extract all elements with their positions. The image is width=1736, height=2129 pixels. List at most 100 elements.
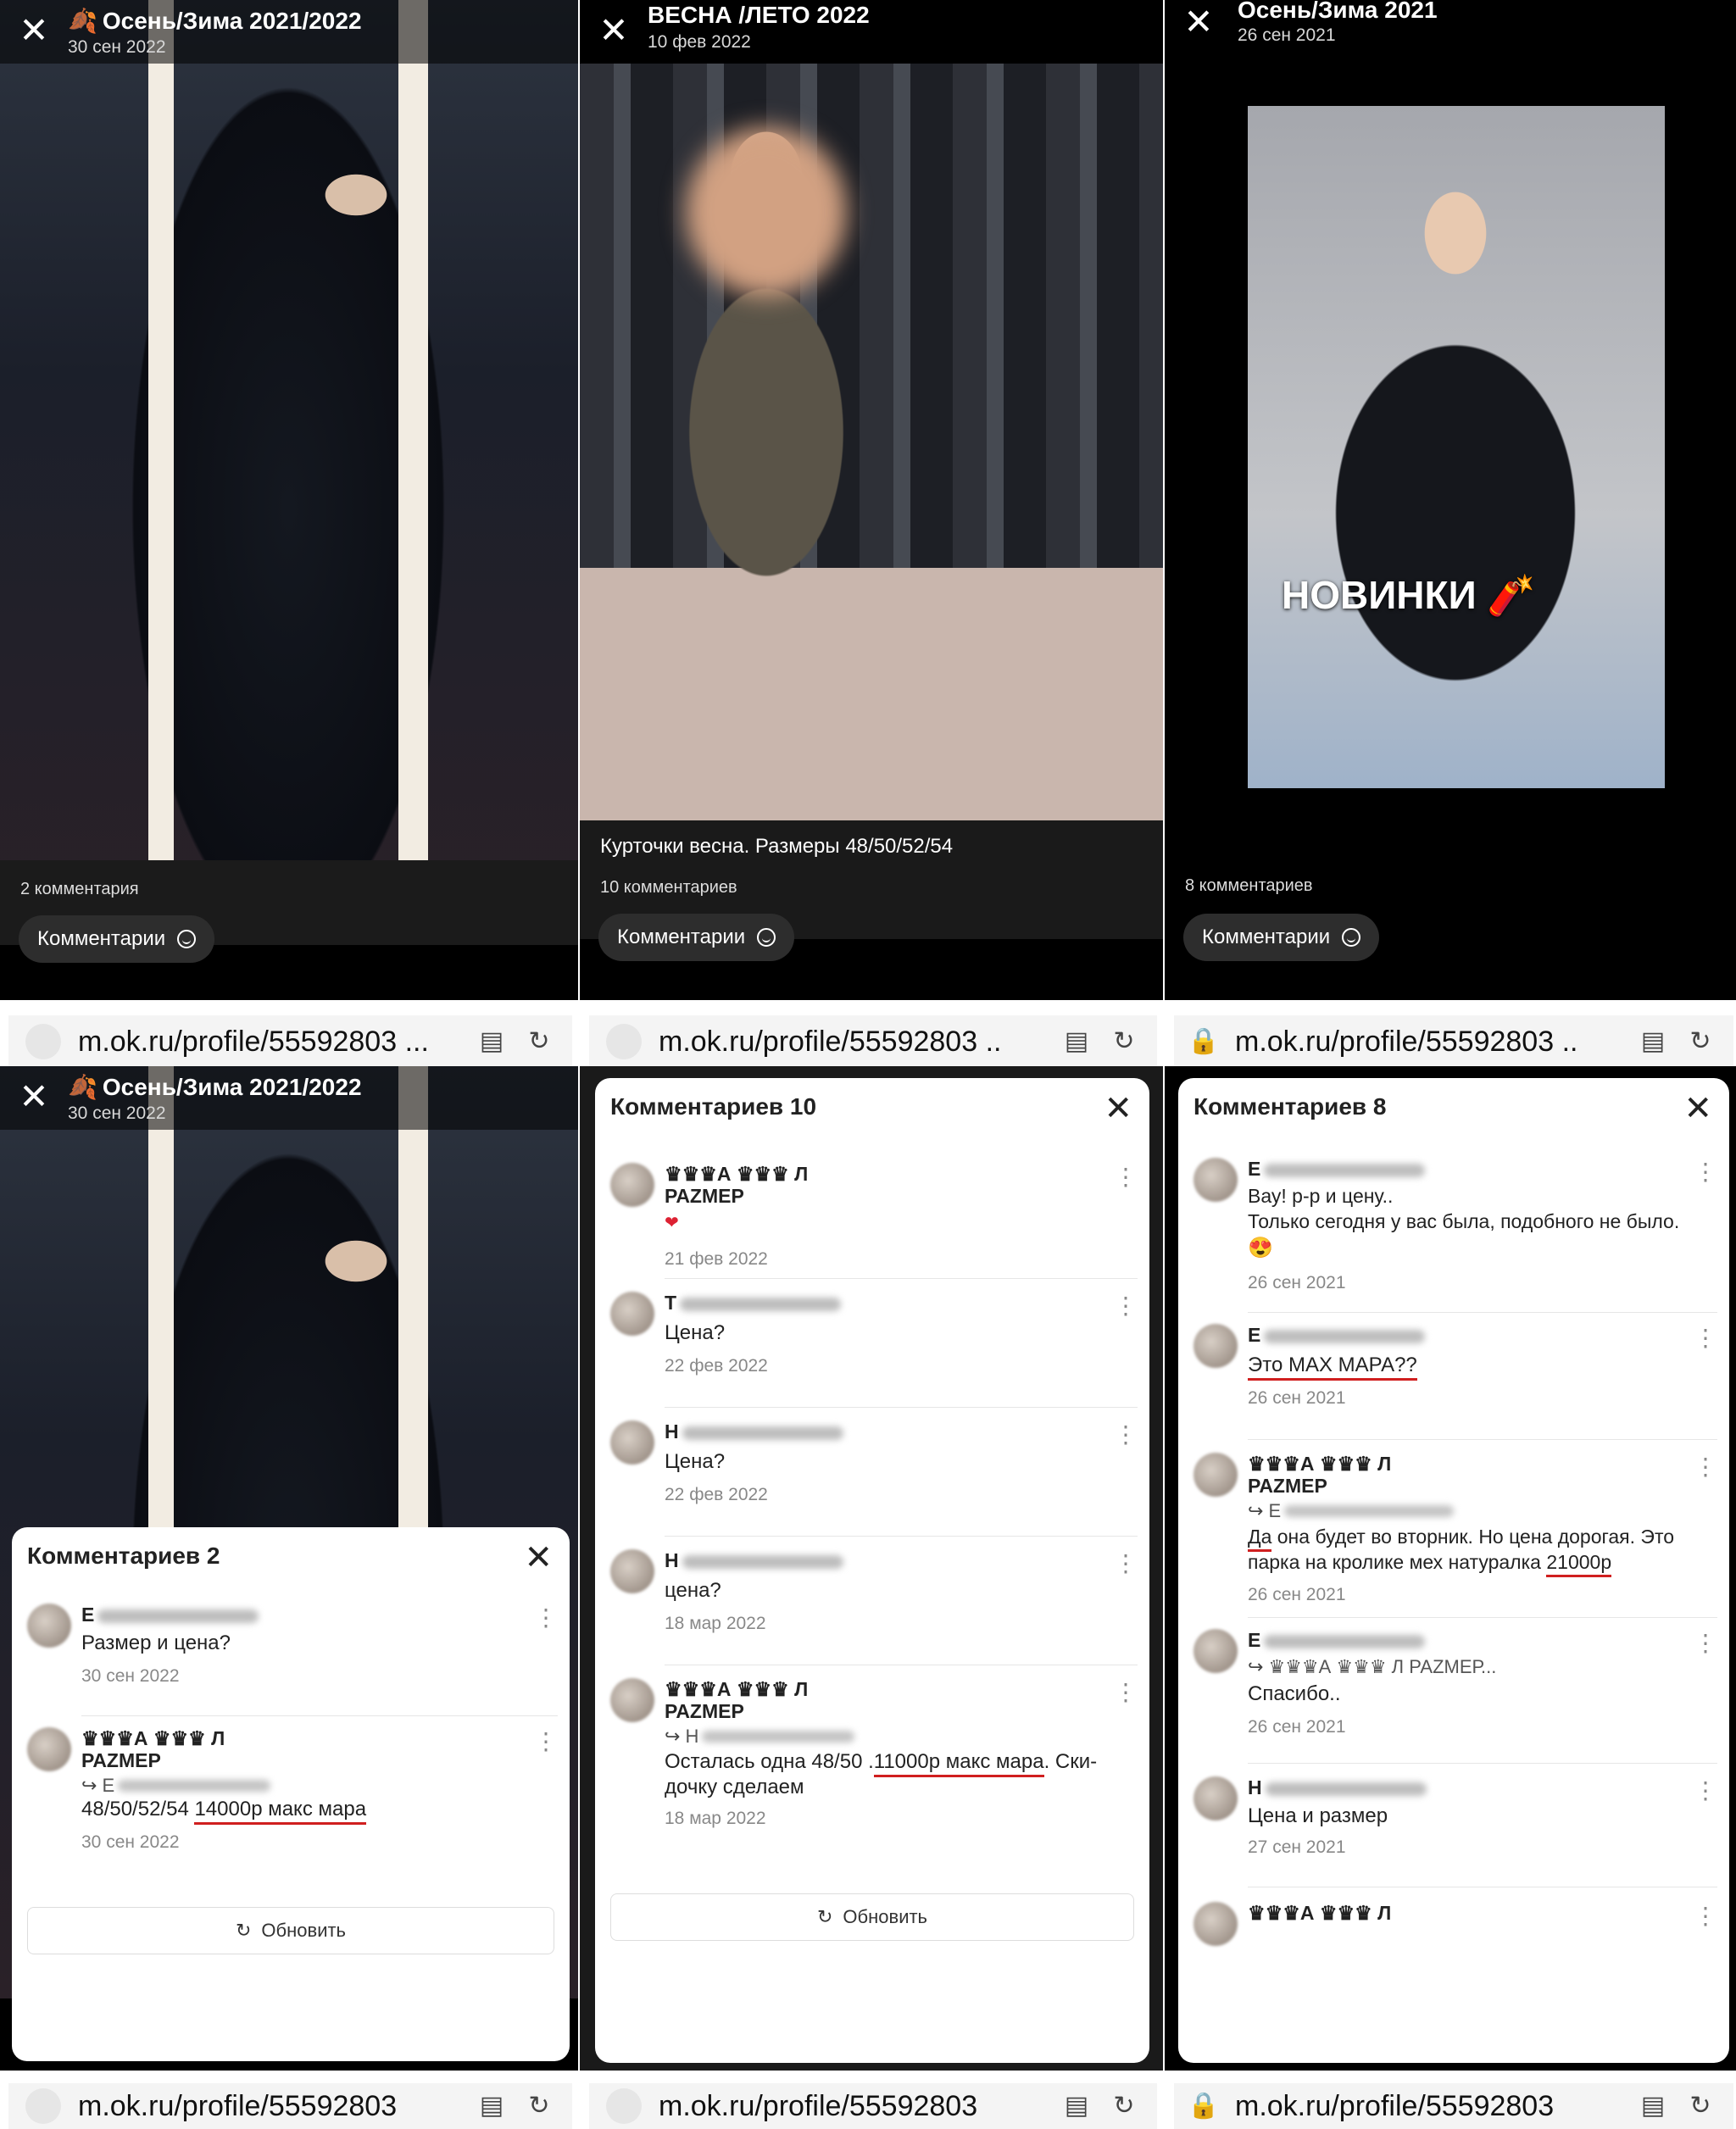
comment-text: Цена?: [665, 1321, 726, 1344]
url-value: m.ok.ru/profile/55592803: [78, 1025, 398, 1058]
refresh-button[interactable]: ↻ Обновить: [610, 1893, 1134, 1941]
comment-author[interactable]: Е: [1248, 1158, 1426, 1181]
avatar[interactable]: [610, 1678, 654, 1722]
jacket-photo[interactable]: [580, 59, 1163, 822]
more-icon[interactable]: ⋮: [1694, 1902, 1717, 1930]
avatar[interactable]: [1194, 1158, 1238, 1202]
firecracker-icon: 🧨: [1487, 573, 1536, 617]
blurred-name: [1264, 1634, 1426, 1648]
reload-icon[interactable]: ↻: [1110, 2092, 1138, 2121]
comment-author[interactable]: Е: [1248, 1324, 1426, 1347]
comment-date: 21 фев 2022: [665, 1249, 768, 1269]
reader-icon[interactable]: ▤: [477, 2092, 506, 2121]
browser-url-bar[interactable]: m.ok.ru/profile/55592803 ▤ ↻: [589, 2083, 1157, 2129]
avatar[interactable]: [610, 1420, 654, 1465]
browser-url-bar[interactable]: m.ok.ru/profile/55592803 ▤ ↻: [8, 2083, 572, 2129]
avatar[interactable]: [610, 1292, 654, 1336]
reply-to[interactable]: ↪ Е: [1248, 1498, 1455, 1524]
close-icon[interactable]: ✕: [15, 1078, 53, 1115]
close-icon[interactable]: ✕: [1180, 3, 1217, 41]
model-photo[interactable]: НОВИНКИ 🧨: [1248, 106, 1665, 788]
reader-icon[interactable]: ▤: [1062, 1027, 1091, 1056]
reply-to[interactable]: ↪ ♛♛♛А ♛♛♛ Л РАZМЕР...: [1248, 1654, 1496, 1680]
avatar[interactable]: [27, 1727, 71, 1771]
more-icon[interactable]: ⋮: [1694, 1324, 1717, 1352]
browser-url-bar[interactable]: 🔒 m.ok.ru/profile/55592803 ▤ ↻: [1174, 2083, 1733, 2129]
more-icon[interactable]: ⋮: [1114, 1292, 1138, 1320]
comment-date: 30 сен 2022: [81, 1832, 180, 1852]
url-text[interactable]: m.ok.ru/profile/55592803: [1235, 2090, 1639, 2123]
price-highlight: 14000р макс мара: [194, 1798, 367, 1825]
comment-author[interactable]: Н: [665, 1549, 843, 1572]
refresh-button[interactable]: ↻ Обновить: [27, 1907, 554, 1954]
comment-author[interactable]: ♛♛♛А ♛♛♛ Л: [1248, 1453, 1391, 1476]
url-text[interactable]: m.ok.ru/profile/55592803: [659, 2090, 1062, 2123]
reload-icon[interactable]: ↻: [525, 1027, 554, 1056]
reply-to[interactable]: ↪ Е: [81, 1773, 271, 1798]
close-icon[interactable]: ✕: [595, 12, 632, 49]
reload-icon[interactable]: ↻: [1110, 1027, 1138, 1056]
comment-author[interactable]: Н: [1248, 1776, 1427, 1799]
browser-url-bar[interactable]: m.ok.ru/profile/55592803 .. ▤ ↻: [589, 1015, 1157, 1068]
refresh-icon: ↻: [816, 1906, 833, 1927]
comment-author[interactable]: ♛♛♛А ♛♛♛ Л: [1248, 1902, 1391, 1925]
reload-icon[interactable]: ↻: [525, 2092, 554, 2121]
author-name: Н: [1248, 1776, 1262, 1798]
reader-icon[interactable]: ▤: [1639, 2092, 1667, 2121]
comment-author[interactable]: ♛♛♛А ♛♛♛ Л: [665, 1678, 808, 1701]
more-icon[interactable]: ⋮: [534, 1727, 558, 1755]
comment-author[interactable]: Е: [1248, 1629, 1426, 1652]
photo-date: 10 фев 2022: [648, 32, 751, 52]
reload-icon[interactable]: ↻: [1686, 1027, 1715, 1056]
comment-author[interactable]: Т: [665, 1292, 842, 1315]
comment-author[interactable]: ♛♛♛А ♛♛♛ Л: [81, 1727, 225, 1750]
browser-url-bar[interactable]: m.ok.ru/profile/55592803 ... ▤ ↻: [8, 1015, 572, 1068]
avatar[interactable]: [1194, 1902, 1238, 1946]
more-icon[interactable]: ⋮: [1114, 1678, 1138, 1706]
close-icon[interactable]: ✕: [1683, 1090, 1712, 1127]
avatar[interactable]: [27, 1604, 71, 1648]
comment-author[interactable]: Е: [81, 1604, 259, 1626]
avatar[interactable]: [1194, 1776, 1238, 1820]
more-icon[interactable]: ⋮: [1114, 1420, 1138, 1448]
url-text[interactable]: m.ok.ru/profile/55592803: [78, 2090, 477, 2123]
leaf-icon: 🍂: [68, 1074, 97, 1100]
url-text[interactable]: m.ok.ru/profile/55592803 ..: [1235, 1026, 1639, 1059]
highlighted-question: Это МАХ МАРА??: [1248, 1354, 1417, 1381]
reader-icon[interactable]: ▤: [1062, 2092, 1091, 2121]
avatar[interactable]: [610, 1549, 654, 1593]
divider: [1248, 1763, 1717, 1764]
comment-author[interactable]: Н: [665, 1420, 843, 1443]
avatar[interactable]: [1194, 1453, 1238, 1497]
reader-icon[interactable]: ▤: [477, 1027, 506, 1056]
jacket-photo[interactable]: [0, 0, 578, 932]
more-icon[interactable]: ⋮: [1694, 1776, 1717, 1804]
more-icon[interactable]: ⋮: [1694, 1629, 1717, 1657]
comments-button[interactable]: Комментарии: [1183, 914, 1380, 961]
reader-icon[interactable]: ▤: [1639, 1027, 1667, 1056]
url-text[interactable]: m.ok.ru/profile/55592803 ..: [659, 1026, 1062, 1059]
comment-author[interactable]: ♛♛♛А ♛♛♛ Л: [665, 1163, 808, 1186]
close-icon[interactable]: ✕: [15, 12, 53, 49]
close-icon[interactable]: ✕: [524, 1539, 553, 1576]
comments-button[interactable]: Комментарии: [19, 915, 215, 963]
more-icon[interactable]: ⋮: [1114, 1549, 1138, 1577]
more-icon[interactable]: ⋮: [534, 1604, 558, 1631]
price-highlight: 11000р макс мара: [873, 1750, 1044, 1777]
author-name: Е: [81, 1604, 95, 1626]
browser-url-bar[interactable]: 🔒 m.ok.ru/profile/55592803 .. ▤ ↻: [1174, 1015, 1733, 1068]
comments-button[interactable]: Комментарии: [598, 914, 795, 961]
more-icon[interactable]: ⋮: [1694, 1453, 1717, 1481]
more-icon[interactable]: ⋮: [1694, 1158, 1717, 1186]
more-icon[interactable]: ⋮: [1114, 1163, 1138, 1191]
avatar[interactable]: [610, 1163, 654, 1207]
avatar[interactable]: [1194, 1629, 1238, 1673]
avatar[interactable]: [1194, 1324, 1238, 1368]
url-text[interactable]: m.ok.ru/profile/55592803 ...: [78, 1026, 477, 1059]
reply-to-name: Е: [102, 1775, 115, 1796]
reply-to[interactable]: ↪ Н: [665, 1724, 855, 1749]
album-title: 🍂 Осень/Зима 2021/2022: [68, 7, 362, 35]
reply-to-name: Н: [685, 1726, 699, 1747]
reload-icon[interactable]: ↻: [1686, 2092, 1715, 2121]
close-icon[interactable]: ✕: [1104, 1090, 1132, 1127]
